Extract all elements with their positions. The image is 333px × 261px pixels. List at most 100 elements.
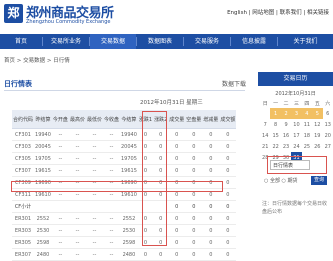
calendar-day[interactable]: 13 — [323, 119, 333, 130]
calendar-day[interactable]: 20 — [323, 130, 333, 141]
table-cell: 0 — [168, 128, 186, 141]
table-cell: -- — [51, 176, 69, 189]
calendar-day[interactable]: 19 — [312, 130, 322, 141]
site-header: 郑 郑州商品交易所 Zhengzhou Commodity Exchange E… — [0, 0, 333, 34]
calendar-day[interactable]: 4 — [301, 108, 313, 119]
calendar-day[interactable]: 14 — [260, 130, 270, 141]
table-cell: 0 — [137, 152, 154, 165]
calendar-day[interactable]: 17 — [291, 130, 301, 141]
table-cell: 0 — [137, 164, 154, 177]
table-cell: CF307 — [12, 164, 35, 177]
table-cell: 0 — [137, 236, 154, 249]
calendar-day[interactable]: 11 — [302, 119, 312, 130]
calendar-day[interactable]: 2 — [280, 108, 292, 119]
table-cell — [137, 200, 154, 213]
table-cell: -- — [51, 152, 69, 165]
table-cell: ER303 — [12, 224, 35, 237]
calendar-day[interactable]: 3 — [291, 108, 302, 119]
table-cell: 0 — [137, 140, 154, 153]
nav-item-services[interactable]: 交易服务 — [184, 34, 230, 49]
table-row: ER303 2530 -- -- -- -- 2530 0 0 0 0 0 0 — [12, 224, 237, 237]
table-cell: 2530 — [34, 224, 52, 237]
nav-item-about[interactable]: 关于我们 — [278, 34, 333, 49]
calendar-day[interactable]: 1 — [270, 108, 281, 119]
calendar-weekday: 六 — [325, 100, 331, 107]
top-links[interactable]: English | 网站地图 | 联系我们 | 相关链接 — [227, 8, 329, 16]
main-nav: 首页 交易所业务 交易数据 数据图表 交易服务 信息披露 关于我们 — [0, 34, 333, 49]
download-link[interactable]: 数据下载 — [222, 79, 246, 88]
table-cell: CF小计 — [12, 200, 35, 213]
table-cell — [119, 200, 138, 213]
table-cell: -- — [85, 176, 103, 189]
calendar-day[interactable]: 26 — [312, 141, 322, 152]
breadcrumb[interactable]: 首页 > 交易数据 > 日行情 — [4, 56, 70, 64]
column-header: 涨跌1 — [137, 110, 154, 129]
calendar-day[interactable]: 24 — [291, 141, 301, 152]
calendar-title: 交易日历 — [258, 72, 333, 86]
calendar-week: 14 15 16 17 18 19 20 — [260, 130, 333, 141]
table-cell: -- — [51, 224, 69, 237]
table-cell: 0 — [185, 164, 203, 177]
column-header: 最高价 — [68, 110, 86, 129]
calendar-day[interactable]: 27 — [323, 141, 333, 152]
table-cell: -- — [102, 224, 120, 237]
table-cell: 19610 — [119, 188, 138, 201]
table-cell: -- — [68, 128, 86, 141]
calendar-day[interactable]: 21 — [260, 141, 270, 152]
table-cell: 19690 — [34, 176, 52, 189]
table-cell: 0 — [202, 200, 220, 213]
calendar-day[interactable]: 28 — [260, 152, 270, 163]
table-cell: 0 — [185, 248, 203, 261]
column-header: 增减量 — [202, 110, 220, 129]
calendar-day[interactable]: 5 — [312, 108, 323, 119]
column-header: 涨跌2 — [153, 110, 169, 129]
logo-icon[interactable]: 郑 — [4, 4, 23, 23]
table-cell: 19615 — [119, 164, 138, 177]
calendar-day[interactable]: 8 — [270, 119, 280, 130]
calendar-day[interactable]: 25 — [302, 141, 312, 152]
table-cell: 0 — [153, 152, 169, 165]
table-cell — [51, 200, 69, 213]
query-button[interactable]: 查询 — [311, 176, 327, 185]
calendar-day[interactable]: 6 — [323, 108, 333, 119]
table-cell: 0 — [185, 152, 203, 165]
table-cell: -- — [102, 164, 120, 177]
table-cell: -- — [68, 188, 86, 201]
logo-subtitle: Zhengzhou Commodity Exchange — [26, 19, 111, 25]
table-row: CF301 19940 -- -- -- -- 19940 0 0 0 0 0 0 — [12, 128, 237, 141]
table-row: CF307 19615 -- -- -- -- 19615 0 0 0 0 0 0 — [12, 164, 237, 177]
table-cell: CF303 — [12, 140, 35, 153]
table-cell: 0 — [185, 200, 203, 213]
table-cell: 19705 — [119, 152, 138, 165]
calendar-weekday: 五 — [314, 100, 320, 107]
table-cell: 0 — [185, 140, 203, 153]
table-cell: -- — [68, 164, 86, 177]
calendar-day[interactable]: 15 — [270, 130, 280, 141]
calendar-day[interactable]: 22 — [270, 141, 280, 152]
calendar-day[interactable]: 10 — [291, 119, 301, 130]
table-cell: 0 — [202, 152, 220, 165]
table-cell: 0 — [137, 224, 154, 237]
calendar-day[interactable]: 12 — [312, 119, 322, 130]
table-cell: 0 — [202, 164, 220, 177]
calendar-day[interactable]: 18 — [302, 130, 312, 141]
report-type-select[interactable]: 日行情表 — [270, 160, 310, 170]
calendar-day[interactable]: 9 — [281, 119, 291, 130]
table-cell: 0 — [219, 200, 237, 213]
table-cell: -- — [102, 176, 120, 189]
calendar-day[interactable]: 23 — [281, 141, 291, 152]
table-cell: -- — [85, 140, 103, 153]
table-cell: -- — [102, 212, 120, 225]
nav-item-disclosure[interactable]: 信息披露 — [231, 34, 277, 49]
table-cell: 2552 — [34, 212, 52, 225]
nav-item-trading-data[interactable]: 交易数据 — [90, 34, 136, 49]
calendar-day[interactable]: 7 — [260, 119, 270, 130]
nav-item-business[interactable]: 交易所业务 — [43, 34, 89, 49]
nav-item-home[interactable]: 首页 — [0, 34, 42, 49]
calendar-day[interactable]: 16 — [281, 130, 291, 141]
table-cell: 0 — [185, 236, 203, 249]
filter-radio-group[interactable]: ○ 全部 ○ 期货 — [264, 177, 298, 184]
table-cell: 0 — [185, 128, 203, 141]
nav-item-charts[interactable]: 数据图表 — [137, 34, 183, 49]
table-cell: -- — [85, 236, 103, 249]
